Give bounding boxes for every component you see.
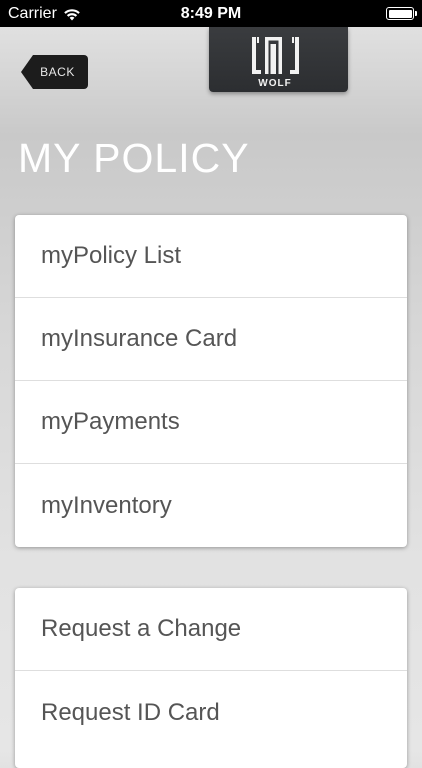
menu-item-request-id-card[interactable]: Request ID Card [15, 671, 407, 754]
menu-item-payments[interactable]: myPayments [15, 381, 407, 464]
page-title: MY POLICY [18, 135, 250, 181]
battery-icon [386, 7, 417, 20]
menu-item-policy-list[interactable]: myPolicy List [15, 215, 407, 298]
policy-menu-card: myPolicy List myInsurance Card myPayment… [15, 215, 407, 547]
wolf-logo: WOLF [209, 27, 348, 92]
menu-item-inventory[interactable]: myInventory [15, 464, 407, 547]
logo-text: WOLF [258, 78, 291, 89]
menu-item-insurance-card[interactable]: myInsurance Card [15, 298, 407, 381]
status-bar: Carrier 8:49 PM [0, 0, 422, 27]
status-time: 8:49 PM [180, 5, 242, 22]
requests-menu-card: Request a Change Request ID Card [15, 588, 407, 768]
back-button[interactable]: BACK [21, 55, 88, 89]
wolf-logo-mark: WOLF [252, 37, 299, 89]
battery-fill [388, 9, 412, 18]
menu-item-request-change[interactable]: Request a Change [15, 588, 407, 671]
